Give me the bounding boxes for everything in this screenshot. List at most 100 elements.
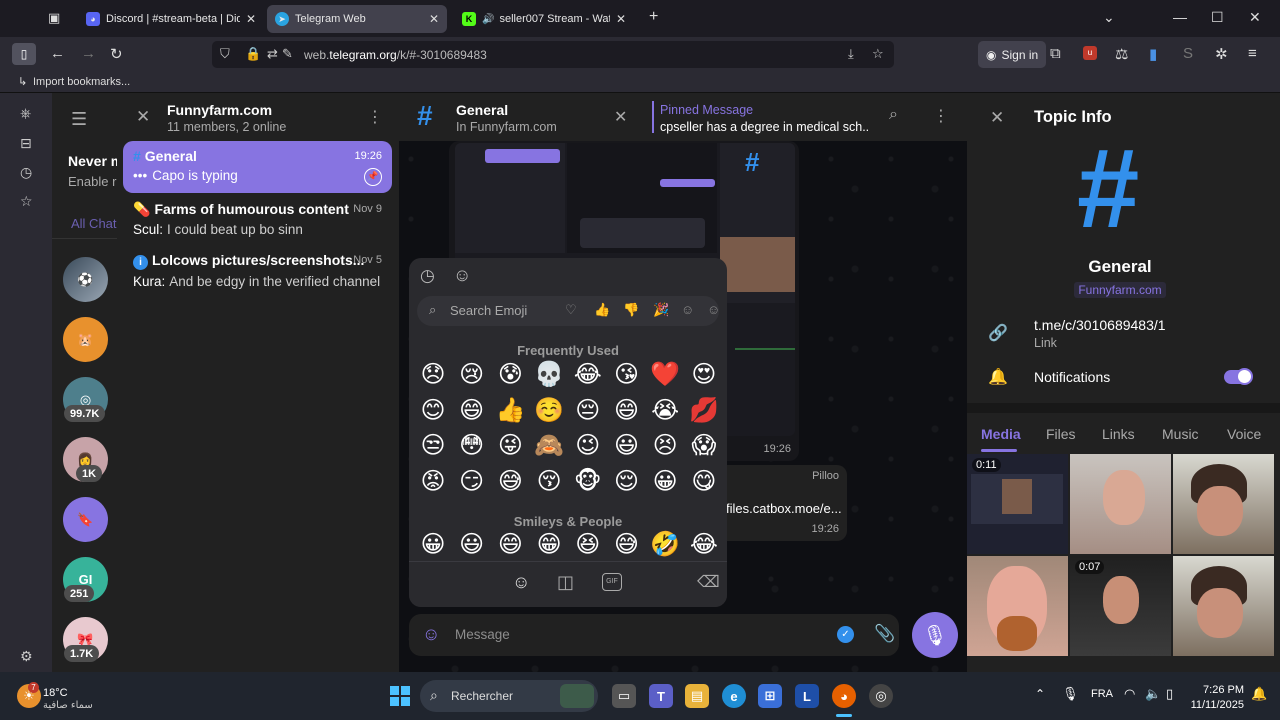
lock-icon[interactable]: 🔒 — [245, 46, 261, 62]
check-icon[interactable]: ✓ — [837, 626, 854, 643]
emoji-button[interactable]: 😘 — [611, 358, 643, 390]
clock-time[interactable]: 7:26 PM — [1180, 684, 1244, 696]
media-item[interactable]: 0:07 — [1070, 556, 1171, 656]
emoji-button[interactable]: 😄 — [611, 394, 643, 426]
emoji-button[interactable]: 💀 — [533, 358, 565, 390]
emoji-button[interactable]: 😢 — [456, 358, 488, 390]
topic-link[interactable]: t.me/c/3010689483/1 — [1034, 317, 1166, 333]
clock-date[interactable]: 11/11/2025 — [1180, 699, 1244, 711]
saved-messages-avatar[interactable]: 🔖 — [63, 497, 108, 542]
obs-icon[interactable]: ◎ — [869, 684, 893, 708]
notification-bell-icon[interactable]: 🔔 — [1251, 686, 1267, 702]
heart-category-icon[interactable]: ♡ — [565, 302, 577, 318]
attach-icon[interactable]: 📎 — [874, 624, 895, 644]
emoji-button[interactable]: 😄 — [456, 394, 488, 426]
new-tab-icon[interactable]: + — [649, 8, 658, 26]
reload-icon[interactable]: ↻ — [110, 45, 123, 63]
emoji-button[interactable]: 😚 — [533, 465, 565, 497]
translate-icon[interactable]: ⚖ — [1115, 45, 1128, 63]
group-link[interactable]: Funnyfarm.com — [1074, 282, 1166, 298]
more-menu-icon[interactable]: ⋮ — [367, 107, 383, 127]
chat-title[interactable]: General — [456, 102, 508, 118]
emoji-button[interactable]: 😆 — [572, 528, 604, 560]
tab-telegram[interactable]: ➤ Telegram Web ✕ — [267, 5, 447, 33]
emoji-button[interactable]: 😣 — [649, 429, 681, 461]
media-item[interactable] — [1070, 454, 1171, 554]
s-extension-icon[interactable]: S — [1183, 45, 1193, 62]
emoji-button[interactable]: 🤣 — [649, 528, 681, 560]
extensions-icon[interactable]: ⧉ — [1050, 45, 1061, 62]
firefox-icon[interactable]: ◕ — [832, 684, 856, 708]
emoji-button[interactable]: 🙈 — [533, 429, 565, 461]
close-icon[interactable]: ✕ — [429, 12, 439, 26]
import-bookmarks-link[interactable]: Import bookmarks... — [33, 76, 130, 88]
ai-chatbot-icon[interactable]: ⎈ — [20, 105, 31, 122]
thumbs-down-category-icon[interactable]: 👎 — [623, 302, 639, 318]
maximize-icon[interactable]: ☐ — [1211, 9, 1224, 26]
edge-icon[interactable]: e — [722, 684, 746, 708]
battery-icon[interactable]: ▯ — [1166, 686, 1173, 702]
edit-url-icon[interactable]: ✎ — [282, 46, 293, 62]
chevron-up-icon[interactable]: ⌃ — [1035, 687, 1045, 701]
backspace-icon[interactable]: ⌫ — [697, 572, 720, 592]
emoji-button[interactable]: 😌 — [611, 465, 643, 497]
emoji-button[interactable]: 💋 — [688, 394, 720, 426]
close-icon[interactable]: ✕ — [246, 12, 256, 26]
teams-icon[interactable]: T — [649, 684, 673, 708]
tab-discord[interactable]: ◕ Discord | #stream-beta | Diddy ✕ — [78, 5, 264, 33]
permissions-icon[interactable]: ⇄ — [267, 46, 278, 62]
party-category-icon[interactable]: 🎉 — [653, 302, 669, 318]
emoji-button[interactable]: 😒 — [417, 429, 449, 461]
store-icon[interactable]: ⊞ — [758, 684, 782, 708]
media-item[interactable] — [967, 556, 1068, 656]
sign-in-button[interactable]: ◉ Sign in — [978, 41, 1047, 68]
message-link[interactable]: files.catbox.moe/e... — [726, 501, 842, 516]
synced-tabs-icon[interactable]: ⊟ — [20, 135, 32, 152]
bitwarden-icon[interactable]: ▮ — [1149, 45, 1157, 63]
smile-category-icon[interactable]: ☺ — [681, 302, 694, 317]
close-icon[interactable]: ✕ — [616, 12, 626, 26]
more-menu-icon[interactable]: ⋮ — [933, 106, 949, 126]
tab-overview-icon[interactable]: ▣ — [48, 10, 60, 26]
history-icon[interactable]: ◷ — [20, 164, 32, 181]
l-app-icon[interactable]: L — [795, 684, 819, 708]
menu-icon[interactable]: ≡ — [1248, 45, 1257, 62]
emoji-button[interactable]: 🐵 — [572, 465, 604, 497]
emoji-button[interactable]: 😋 — [688, 465, 720, 497]
emoji-button[interactable]: 😳 — [456, 429, 488, 461]
task-view-icon[interactable]: ▭ — [612, 684, 636, 708]
pinned-text[interactable]: cpseller has a degree in medical sch... — [660, 120, 870, 134]
smiley-tab-icon[interactable]: ☺ — [453, 265, 471, 286]
emoji-button[interactable]: 😱 — [688, 429, 720, 461]
emoji-button[interactable]: 😜 — [494, 429, 526, 461]
emoji-button[interactable]: 😊 — [417, 394, 449, 426]
emoji-button[interactable]: 😰 — [494, 358, 526, 390]
voice-record-button[interactable]: 🎙 — [912, 612, 958, 658]
emoji-button[interactable]: 😅 — [494, 465, 526, 497]
file-explorer-icon[interactable]: ▤ — [685, 684, 709, 708]
message-input[interactable]: Message — [455, 627, 510, 642]
emoji-tab-icon[interactable]: ☺ — [512, 572, 530, 593]
emoji-button[interactable]: 😀 — [649, 465, 681, 497]
gear-extension-icon[interactable]: ✲ — [1215, 45, 1228, 63]
bookmark-star-icon[interactable]: ☆ — [872, 46, 884, 62]
notifications-toggle[interactable] — [1224, 368, 1253, 385]
emoji-button[interactable]: 😂 — [688, 528, 720, 560]
tab-links[interactable]: Links — [1102, 426, 1135, 442]
emoji-button[interactable]: 😞 — [417, 358, 449, 390]
close-icon[interactable]: ✕ — [614, 107, 627, 127]
tab-music[interactable]: Music — [1162, 426, 1199, 442]
media-item[interactable] — [1173, 556, 1274, 656]
emoji-button[interactable]: 😃 — [611, 429, 643, 461]
emoji-button-icon[interactable]: ☺ — [422, 624, 440, 645]
emoji-button[interactable]: 👍 — [494, 394, 526, 426]
tab-kick[interactable]: K 🔊 seller007 Stream - Watch Li ✕ — [454, 5, 634, 33]
emoji-button[interactable]: 😔 — [572, 394, 604, 426]
volume-icon[interactable]: 🔈 — [1145, 686, 1161, 702]
emoji-button[interactable]: 😉 — [572, 429, 604, 461]
tab-files[interactable]: Files — [1046, 426, 1076, 442]
windows-start-icon[interactable] — [388, 684, 412, 708]
tab-all-chats[interactable]: All Chat — [71, 216, 117, 231]
pinned-label[interactable]: Pinned Message — [660, 103, 753, 117]
language-indicator[interactable]: FRA — [1091, 688, 1113, 700]
